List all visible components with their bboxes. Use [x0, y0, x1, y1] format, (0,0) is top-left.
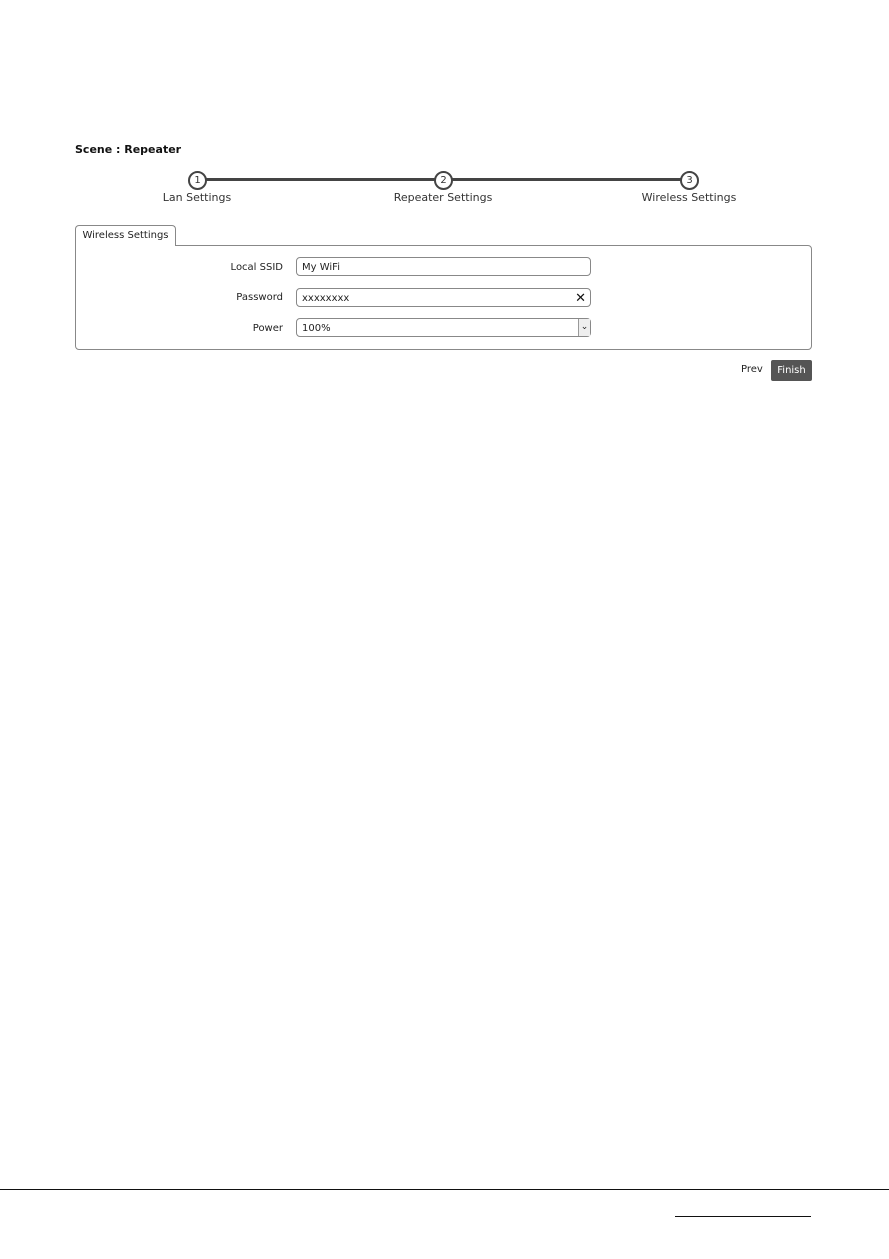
power-value: 100%: [302, 323, 331, 334]
step-1-circle: 1: [188, 171, 207, 190]
local-ssid-value: My WiFi: [302, 262, 340, 273]
close-icon[interactable]: ✕: [575, 289, 586, 308]
chevron-down-icon[interactable]: ⌄: [578, 319, 590, 336]
password-label: Password: [236, 292, 283, 303]
local-ssid-input[interactable]: My WiFi: [296, 257, 591, 276]
step-2-label: Repeater Settings: [393, 191, 493, 204]
step-2-circle: 2: [434, 171, 453, 190]
tab-wireless-settings[interactable]: Wireless Settings: [75, 225, 176, 246]
power-select[interactable]: 100% ⌄: [296, 318, 591, 337]
step-1-label: Lan Settings: [162, 191, 232, 204]
power-label: Power: [252, 323, 283, 334]
password-input[interactable]: xxxxxxxx ✕: [296, 288, 591, 307]
footer-short-rule: [675, 1216, 811, 1217]
step-3-circle: 3: [680, 171, 699, 190]
finish-button[interactable]: Finish: [771, 360, 812, 381]
step-3-label: Wireless Settings: [641, 191, 737, 204]
page: Scene : Repeater 1 2 3 Lan Settings Repe…: [0, 0, 889, 1259]
scene-title: Scene : Repeater: [75, 143, 182, 156]
password-value: xxxxxxxx: [302, 293, 350, 304]
prev-button[interactable]: Prev: [741, 364, 763, 375]
local-ssid-label: Local SSID: [230, 262, 283, 273]
footer-divider: [0, 1189, 889, 1190]
